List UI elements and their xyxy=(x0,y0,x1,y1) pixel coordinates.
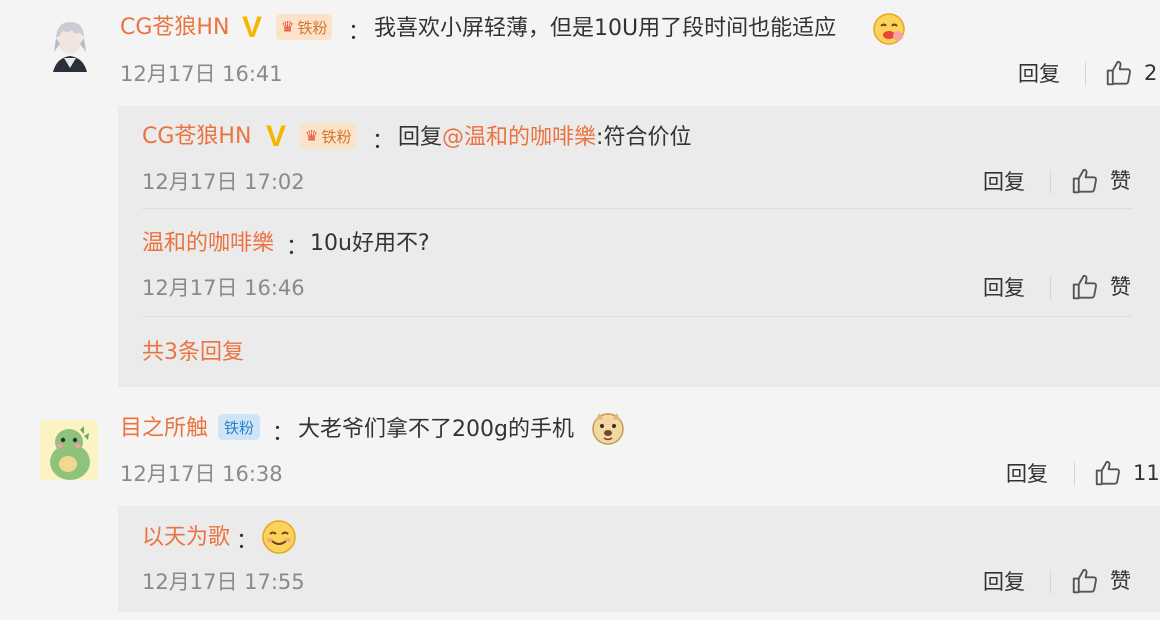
user-avatar[interactable] xyxy=(40,420,98,480)
comment-text: 我喜欢小屏轻薄，但是10U用了段时间也能适应 xyxy=(374,16,837,41)
reply-button[interactable]: 回复 xyxy=(983,274,1025,302)
like-label: 赞 xyxy=(1110,275,1131,299)
reply-username[interactable]: CG苍狼HN xyxy=(142,122,251,152)
mention-link[interactable]: @温和的咖啡樂 xyxy=(442,125,596,150)
comment-username[interactable]: CG苍狼HN xyxy=(120,13,229,43)
reply-body: :符合价位 xyxy=(596,125,692,150)
comment-username[interactable]: 目之所触 xyxy=(120,414,208,444)
reply-username[interactable]: 温和的咖啡樂 xyxy=(142,229,274,259)
divider xyxy=(1085,62,1086,86)
colon: ： xyxy=(236,529,259,554)
smile-emoji-icon xyxy=(260,518,298,560)
reply-button[interactable]: 回复 xyxy=(1006,460,1048,488)
colon: ： xyxy=(348,20,371,45)
divider xyxy=(1050,570,1051,594)
verified-v-icon: V xyxy=(242,11,263,44)
like-button[interactable]: 2 xyxy=(1104,58,1157,88)
like-label: 赞 xyxy=(1110,169,1131,193)
thumbs-up-icon xyxy=(1072,274,1097,300)
thumbs-up-icon xyxy=(1095,460,1120,486)
emoji-icon xyxy=(872,12,906,50)
comment-text: 大老爷们拿不了200g的手机 xyxy=(298,417,574,442)
like-button[interactable]: 赞 xyxy=(1070,566,1131,596)
divider xyxy=(1050,276,1051,300)
thumbs-up-icon xyxy=(1106,60,1131,86)
reply-timestamp: 12月17日 16:46 xyxy=(142,276,305,300)
reply-timestamp: 12月17日 17:55 xyxy=(142,570,305,594)
reply-button[interactable]: 回复 xyxy=(1018,60,1060,88)
reply-timestamp: 12月17日 17:02 xyxy=(142,170,305,194)
verified-v-icon: V xyxy=(266,120,287,153)
reply-username[interactable]: 以天为歌 xyxy=(142,523,230,553)
like-label: 赞 xyxy=(1110,569,1131,593)
crown-icon: ♛ xyxy=(281,18,295,36)
reply-text: 回复@温和的咖啡樂:符合价位 xyxy=(398,123,691,153)
reply-button[interactable]: 回复 xyxy=(983,568,1025,596)
comment-timestamp: 12月17日 16:38 xyxy=(120,462,283,486)
thumbs-up-icon xyxy=(1072,168,1097,194)
colon: ： xyxy=(372,129,395,154)
fan-badge: 铁粉 xyxy=(218,414,261,440)
colon: ： xyxy=(272,421,295,446)
thumbs-up-icon xyxy=(1072,568,1097,594)
reply-prefix: 回复 xyxy=(398,125,443,150)
like-button[interactable]: 赞 xyxy=(1070,272,1131,302)
more-replies-link[interactable]: 共3条回复 xyxy=(142,338,244,368)
colon: ： xyxy=(286,235,309,260)
divider xyxy=(1050,170,1051,194)
comment-timestamp: 12月17日 16:41 xyxy=(120,62,283,86)
reply-separator xyxy=(142,316,1132,317)
doge-emoji-icon xyxy=(590,410,626,450)
like-button[interactable]: 11 xyxy=(1093,458,1160,488)
like-count: 11 xyxy=(1133,461,1160,485)
like-button[interactable]: 赞 xyxy=(1070,166,1131,196)
divider xyxy=(1074,462,1075,486)
like-count: 2 xyxy=(1144,61,1158,85)
user-avatar[interactable] xyxy=(42,16,98,72)
fan-badge: ♛ 铁粉 xyxy=(300,123,357,149)
reply-separator xyxy=(142,208,1132,209)
crown-icon: ♛ xyxy=(305,127,319,145)
replies-panel: CG苍狼HN V ♛ 铁粉 ： 回复@温和的咖啡樂:符合价位 12月17日 17… xyxy=(118,106,1160,387)
reply-text: 10u好用不? xyxy=(310,231,430,256)
fan-badge: ♛ 铁粉 xyxy=(276,14,333,40)
reply-button[interactable]: 回复 xyxy=(983,168,1025,196)
replies-panel: 以天为歌 ： 12月17日 17:55 回复 赞 xyxy=(118,506,1160,612)
